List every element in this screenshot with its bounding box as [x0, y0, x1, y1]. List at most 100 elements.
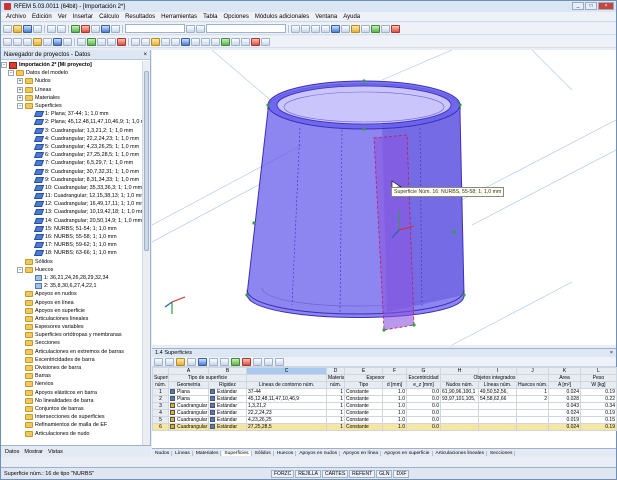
table-tab[interactable]: Apoyos en superficie: [382, 450, 433, 456]
surface-icon[interactable]: [53, 37, 62, 46]
cell-material[interactable]: 1: [326, 423, 345, 431]
table-tab[interactable]: Huecos: [275, 450, 297, 456]
minimize-button[interactable]: _: [572, 2, 584, 10]
cell-area[interactable]: 0.028: [548, 395, 581, 403]
col-letter-g[interactable]: G: [406, 367, 441, 375]
opening-icon[interactable]: [63, 37, 72, 46]
col-letter-l[interactable]: L: [580, 367, 617, 375]
tab-vistas[interactable]: Vistas: [48, 449, 63, 455]
tree-nodes[interactable]: + Nudos: [1, 77, 142, 85]
render-icon[interactable]: [331, 24, 340, 33]
cell-geometry[interactable]: Cuadrangular: [168, 409, 209, 417]
menu-resultados[interactable]: Resultados: [122, 14, 158, 20]
prev-icon[interactable]: [186, 24, 195, 33]
cell-d[interactable]: 1.0: [382, 423, 407, 431]
tree-category-item[interactable]: Secciones: [1, 339, 142, 347]
iso-view-icon[interactable]: [291, 24, 300, 33]
cell-d[interactable]: 1.0: [382, 388, 407, 396]
table-select-icon[interactable]: [187, 357, 196, 366]
navigator-scroll-thumb[interactable]: [144, 71, 149, 251]
tree-surface-item[interactable]: 5: Cuadrangular; 4,23,26,25; 1; 1,0 mm: [1, 143, 142, 151]
cell-weight[interactable]: 0.19: [580, 409, 617, 417]
table-next-icon[interactable]: [165, 357, 174, 366]
cell-thickness-type[interactable]: Constante: [344, 409, 383, 417]
copy-icon[interactable]: [151, 37, 160, 46]
table-tab[interactable]: Sólidos: [253, 450, 274, 456]
calculate-icon[interactable]: [71, 24, 80, 33]
status-cartes[interactable]: CARTES: [321, 469, 349, 478]
cell-thickness-type[interactable]: Constante: [344, 402, 383, 410]
menu-insertar[interactable]: Insertar: [70, 14, 96, 20]
scale-icon[interactable]: [171, 37, 180, 46]
cell-weight[interactable]: 0.15: [580, 416, 617, 424]
new-file-icon[interactable]: [3, 24, 12, 33]
top-view-icon[interactable]: [321, 24, 330, 33]
cell-thickness-type[interactable]: Constante: [344, 416, 383, 424]
front-view-icon[interactable]: [301, 24, 310, 33]
cell-nodes[interactable]: [440, 402, 479, 410]
cell-area[interactable]: 0.024: [548, 409, 581, 417]
cell-openings[interactable]: 1: [516, 388, 549, 396]
redo-icon[interactable]: [57, 24, 66, 33]
tree-category-item[interactable]: Apoyos elásticos en barra: [1, 389, 142, 397]
cell-ez[interactable]: 0.0: [406, 388, 441, 396]
tree-category-item[interactable]: Apoyos en superficie: [1, 307, 142, 315]
menu-opciones[interactable]: Opciones: [220, 14, 251, 20]
table-view-icon[interactable]: [198, 357, 207, 366]
table-tab[interactable]: Secciones: [488, 450, 516, 456]
table-row[interactable]: 4 Cuadrangular Estándar 22,2,24,23 1 Constant…: [152, 409, 617, 417]
view-icon[interactable]: [101, 24, 110, 33]
table-paste-icon[interactable]: [220, 357, 229, 366]
tree-model-data[interactable]: − Datos del modelo: [1, 69, 142, 77]
table-tab[interactable]: Líneas: [173, 450, 193, 456]
cell-nodes[interactable]: [440, 423, 479, 431]
tab-mostrar[interactable]: Mostrar: [24, 449, 43, 455]
cell-area[interactable]: 0.024: [548, 423, 581, 431]
tree-surface-item[interactable]: 1: Plana; 37-44; 1; 1,0 mm: [1, 110, 142, 118]
menu-tabla[interactable]: Tabla: [200, 14, 220, 20]
close-button[interactable]: ×: [598, 2, 614, 10]
mirror-icon[interactable]: [161, 37, 170, 46]
status-gln[interactable]: GLN: [376, 469, 393, 478]
table-tab[interactable]: Apoyos en nudos: [297, 450, 341, 456]
table-row[interactable]: 2 Plana Estándar 45,12,48,11,47,10,46,9 1 Con…: [152, 395, 617, 403]
cell-lines[interactable]: 27,25,28,5: [246, 423, 327, 431]
tree-category-item[interactable]: Excentricidades de barra: [1, 356, 142, 364]
cell-lines-num[interactable]: [478, 402, 517, 410]
col-letter-e[interactable]: E: [344, 367, 383, 375]
status-dxf[interactable]: DXF: [393, 469, 410, 478]
cell-material[interactable]: 1: [326, 416, 345, 424]
cell-stiffness[interactable]: Estándar: [208, 388, 247, 396]
dimension-icon[interactable]: [201, 37, 210, 46]
pointer-icon[interactable]: [3, 37, 12, 46]
results-icon[interactable]: [81, 24, 90, 33]
menu-edicion[interactable]: Edición: [29, 14, 55, 20]
cell-num[interactable]: 6: [152, 423, 169, 431]
col-letter-c[interactable]: C: [246, 367, 327, 375]
table-tab[interactable]: Superficies: [222, 450, 252, 456]
tree-surface-item[interactable]: 18: NURBS; 63-66; 1; 1,0 mm: [1, 249, 142, 257]
col-letter-i[interactable]: I: [478, 367, 517, 375]
filter-icon[interactable]: [371, 24, 380, 33]
cell-area[interactable]: 0.019: [548, 416, 581, 424]
cell-lines[interactable]: 1,3,21,2: [246, 402, 327, 410]
tree-category-item[interactable]: Conjuntos de barras: [1, 405, 142, 413]
cell-d[interactable]: 1.0: [382, 395, 407, 403]
snap-icon[interactable]: [131, 37, 140, 46]
cell-geometry[interactable]: Plana: [168, 388, 209, 396]
tree-surface-item[interactable]: 14: Cuadrangular; 20,50,14,9; 1; 1,0 mm: [1, 217, 142, 225]
cell-ez[interactable]: 0.0: [406, 402, 441, 410]
status-forzc[interactable]: FORZC: [271, 469, 295, 478]
table-excel-icon[interactable]: [264, 357, 273, 366]
cell-lines[interactable]: 45,12,48,11,47,10,46,9: [246, 395, 327, 403]
tree-category-item[interactable]: Intersecciones de superficies: [1, 413, 142, 421]
mesh-icon[interactable]: [181, 37, 190, 46]
tree-category-item[interactable]: Articulaciones en extremos de barras: [1, 348, 142, 356]
menu-archivo[interactable]: Archivo: [3, 14, 29, 20]
tree-surface-item[interactable]: 6: Cuadrangular; 27,25,28,5; 1; 1,0 mm: [1, 151, 142, 159]
menu-calculo[interactable]: Cálculo: [96, 14, 122, 20]
tree-category-item[interactable]: Articulaciones lineales: [1, 315, 142, 323]
cell-d[interactable]: 1.0: [382, 416, 407, 424]
cell-geometry[interactable]: Cuadrangular: [168, 416, 209, 424]
cell-num[interactable]: 5: [152, 416, 169, 424]
